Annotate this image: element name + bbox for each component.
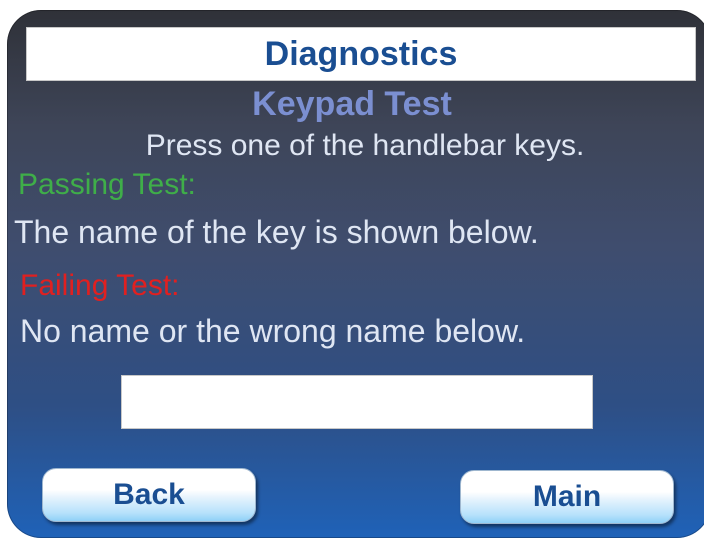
main-button[interactable]: Main xyxy=(460,470,674,524)
failing-test-label: Failing Test: xyxy=(20,269,180,302)
title-bar: Diagnostics xyxy=(26,27,696,81)
key-name-display xyxy=(121,375,593,429)
failing-test-description: No name or the wrong name below. xyxy=(20,313,526,349)
passing-test-description: The name of the key is shown below. xyxy=(14,214,539,250)
page-title: Diagnostics xyxy=(264,34,458,73)
test-name: Keypad Test xyxy=(252,85,452,123)
passing-test-label: Passing Test: xyxy=(18,168,196,201)
back-button[interactable]: Back xyxy=(42,468,256,522)
test-instruction: Press one of the handlebar keys. xyxy=(145,129,585,162)
